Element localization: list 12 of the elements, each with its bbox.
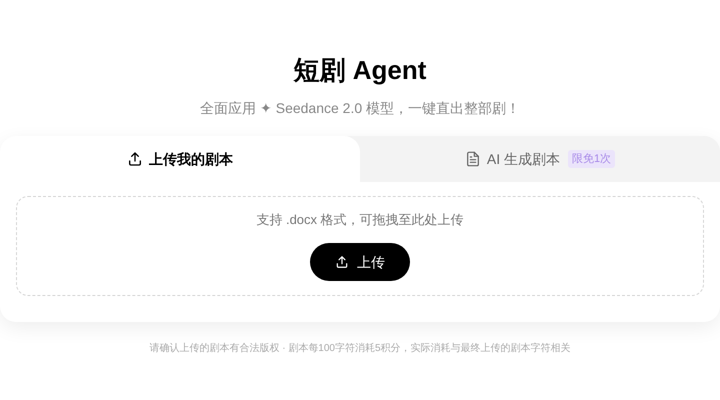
upload-icon (335, 255, 349, 269)
upload-button[interactable]: 上传 (310, 243, 410, 281)
upload-icon (127, 151, 143, 167)
drop-hint: 支持 .docx 格式，可拖拽至此处上传 (256, 211, 464, 229)
free-badge: 限免1次 (568, 150, 616, 168)
document-icon (464, 151, 481, 167)
subtitle: 全面应用 ✦ Seedance 2.0 模型，一键直出整部剧！ (200, 99, 520, 118)
tab[interactable]: 上传我的剧本 (0, 136, 360, 182)
footnote: 请确认上传的剧本有合法版权 · 剧本每100字符消耗5积分，实际消耗与最终上传的剧本字符相关 (149, 342, 571, 356)
page-title: 短剧 Agent (294, 54, 426, 87)
drop-zone[interactable]: 支持 .docx 格式，可拖拽至此处上传 上传 (16, 196, 704, 296)
tab[interactable]: AI 生成剧本 限免1次 (360, 136, 720, 182)
